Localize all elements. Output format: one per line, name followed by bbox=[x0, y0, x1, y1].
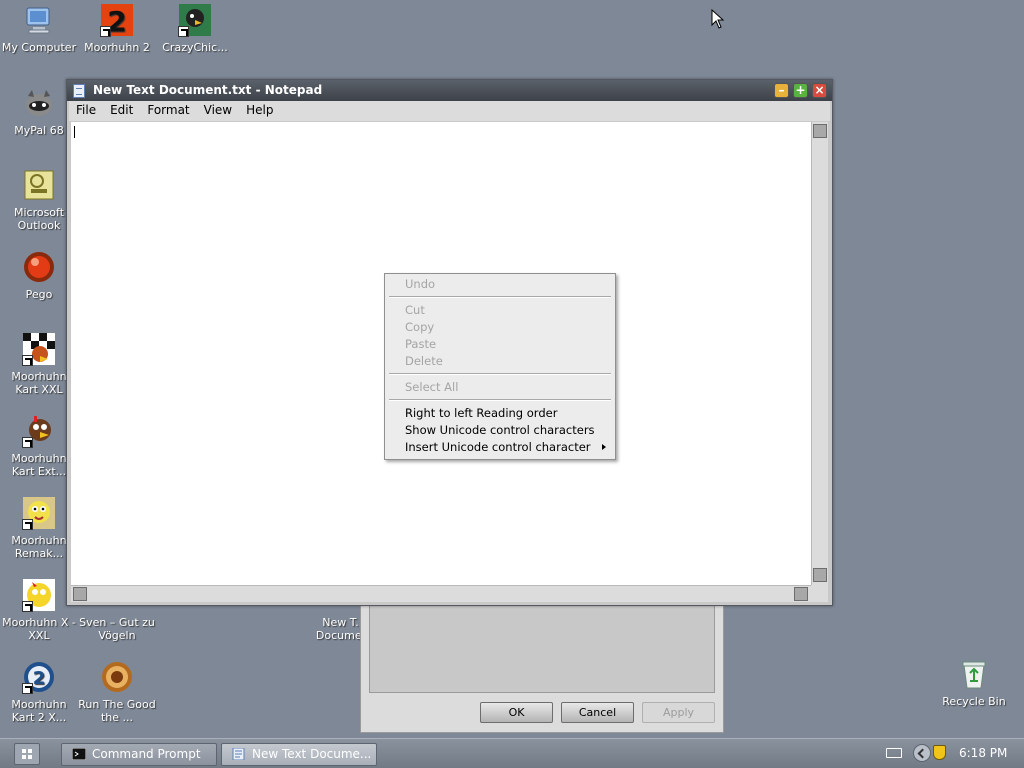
taskbar-item-label: New Text Docume... bbox=[252, 747, 372, 761]
desktop-icon-moorhuhn-2[interactable]: 2 Moorhuhn 2 bbox=[78, 3, 156, 54]
notepad-icon bbox=[73, 84, 85, 98]
menu-separator bbox=[389, 296, 611, 298]
ok-button[interactable]: OK bbox=[480, 702, 553, 723]
horizontal-scrollbar[interactable] bbox=[71, 585, 811, 602]
apply-button[interactable]: Apply bbox=[642, 702, 715, 723]
scroll-right-arrow[interactable] bbox=[794, 587, 808, 601]
security-shield-icon[interactable] bbox=[933, 745, 946, 760]
context-menu-paste[interactable]: Paste bbox=[386, 336, 614, 353]
resize-grip[interactable] bbox=[811, 585, 828, 602]
taskbar-item-label: Command Prompt bbox=[92, 747, 201, 761]
desktop-icon-moorhuhn-kart-2[interactable]: 2 Moorhuhn Kart 2 X... bbox=[0, 660, 78, 724]
desktop-icon-label: Sven – Gut zu Vögeln bbox=[79, 616, 155, 642]
desktop-icon-label: Run The Good the ... bbox=[78, 698, 156, 724]
recycle-bin-icon bbox=[957, 657, 991, 691]
shortcut-arrow-icon bbox=[22, 519, 33, 530]
crazy-chicken-icon bbox=[178, 3, 212, 37]
moorhuhn-chicken-icon bbox=[22, 414, 56, 448]
minimize-button[interactable]: – bbox=[774, 83, 789, 98]
clock[interactable]: 6:18 PM bbox=[959, 746, 1007, 760]
menu-view[interactable]: View bbox=[197, 101, 239, 120]
run-the-good-icon bbox=[100, 660, 134, 694]
context-menu-select-all[interactable]: Select All bbox=[386, 379, 614, 396]
moorhuhn-remake-icon bbox=[22, 496, 56, 530]
desktop-icon-label: Pego bbox=[25, 288, 53, 301]
window-titlebar[interactable]: New Text Document.txt - Notepad – + × bbox=[67, 80, 832, 101]
desktop-icon-run-the-good[interactable]: Run The Good the ... bbox=[78, 660, 156, 724]
context-menu-cut[interactable]: Cut bbox=[386, 302, 614, 319]
shortcut-arrow-icon bbox=[22, 683, 33, 694]
menu-bar: File Edit Format View Help bbox=[69, 101, 830, 121]
context-menu-copy[interactable]: Copy bbox=[386, 319, 614, 336]
desktop-icon-label: My Computer bbox=[1, 41, 77, 54]
scroll-up-arrow[interactable] bbox=[813, 124, 827, 138]
moorhuhn-kart-2-icon: 2 bbox=[22, 660, 56, 694]
start-button[interactable] bbox=[14, 743, 40, 765]
shortcut-arrow-icon bbox=[22, 437, 33, 448]
desktop-icon-label: Moorhuhn Kart 2 X... bbox=[11, 698, 67, 724]
background-dialog: OK Cancel Apply bbox=[360, 600, 724, 733]
shortcut-arrow-icon bbox=[100, 26, 111, 37]
maximize-button[interactable]: + bbox=[793, 83, 808, 98]
scroll-left-arrow[interactable] bbox=[73, 587, 87, 601]
background-dialog-panel bbox=[369, 601, 715, 693]
desktop-icon-label: Microsoft Outlook bbox=[13, 206, 65, 232]
desktop-icon-label: Moorhuhn Remak... bbox=[11, 534, 67, 560]
taskbar-item-notepad[interactable]: New Text Docume... bbox=[221, 743, 377, 766]
desktop-icon-label: MyPal 68 bbox=[14, 124, 64, 137]
keyboard-icon[interactable] bbox=[886, 748, 902, 758]
moorhuhn-x-icon bbox=[22, 578, 56, 612]
context-menu-insert-unicode-control[interactable]: Insert Unicode control character bbox=[386, 439, 614, 456]
system-tray: 6:18 PM bbox=[880, 742, 1020, 766]
moorhuhn-kart-icon bbox=[22, 332, 56, 366]
desktop-icon-recycle-bin[interactable]: Recycle Bin bbox=[935, 657, 1013, 708]
context-menu-show-unicode-control[interactable]: Show Unicode control characters bbox=[386, 422, 614, 439]
submenu-arrow-icon bbox=[602, 444, 606, 450]
desktop-icon-my-computer[interactable]: My Computer bbox=[0, 3, 78, 54]
text-caret bbox=[74, 126, 75, 138]
context-menu-rtl-reading-order[interactable]: Right to left Reading order bbox=[386, 405, 614, 422]
shortcut-arrow-icon bbox=[22, 601, 33, 612]
shortcut-arrow-icon bbox=[22, 355, 33, 366]
desktop-icon-label: Moorhuhn Kart Ext... bbox=[11, 452, 67, 478]
menu-format[interactable]: Format bbox=[140, 101, 196, 120]
notepad-icon bbox=[232, 748, 245, 760]
cancel-button[interactable]: Cancel bbox=[561, 702, 634, 723]
context-menu-item-label: Insert Unicode control character bbox=[405, 440, 591, 454]
close-button[interactable]: × bbox=[812, 83, 827, 98]
menu-separator bbox=[389, 399, 611, 401]
command-prompt-icon bbox=[72, 748, 86, 760]
window-title: New Text Document.txt - Notepad bbox=[93, 83, 323, 97]
pego-icon bbox=[22, 250, 56, 284]
desktop-icon-label: Recycle Bin bbox=[942, 695, 1006, 708]
context-menu-delete[interactable]: Delete bbox=[386, 353, 614, 370]
svg-text:2: 2 bbox=[33, 668, 46, 689]
menu-separator bbox=[389, 373, 611, 375]
computer-icon bbox=[22, 3, 56, 37]
desktop-icon-label: Moorhuhn 2 bbox=[84, 41, 150, 54]
desktop-icon-label: CrazyChic... bbox=[162, 41, 228, 54]
raccoon-icon bbox=[22, 86, 56, 120]
desktop-icon-crazychicken[interactable]: CrazyChic... bbox=[156, 3, 234, 54]
desktop-icon-label: Moorhuhn Kart XXL bbox=[11, 370, 67, 396]
menu-file[interactable]: File bbox=[69, 101, 103, 120]
taskbar: Command Prompt New Text Docume... 6:18 P… bbox=[0, 738, 1024, 768]
shortcut-arrow-icon bbox=[178, 26, 189, 37]
menu-edit[interactable]: Edit bbox=[103, 101, 140, 120]
context-menu-undo[interactable]: Undo bbox=[386, 276, 614, 293]
desktop-icon-label: Moorhuhn X - XXL bbox=[2, 616, 76, 642]
context-menu: Undo Cut Copy Paste Delete Select All Ri… bbox=[384, 273, 616, 460]
back-arrow-icon[interactable] bbox=[913, 744, 931, 762]
menu-help[interactable]: Help bbox=[239, 101, 280, 120]
vertical-scrollbar[interactable] bbox=[811, 122, 828, 585]
scroll-down-arrow[interactable] bbox=[813, 568, 827, 582]
taskbar-item-command-prompt[interactable]: Command Prompt bbox=[61, 743, 217, 766]
moorhuhn-2-icon: 2 bbox=[100, 3, 134, 37]
outlook-icon bbox=[22, 168, 56, 202]
